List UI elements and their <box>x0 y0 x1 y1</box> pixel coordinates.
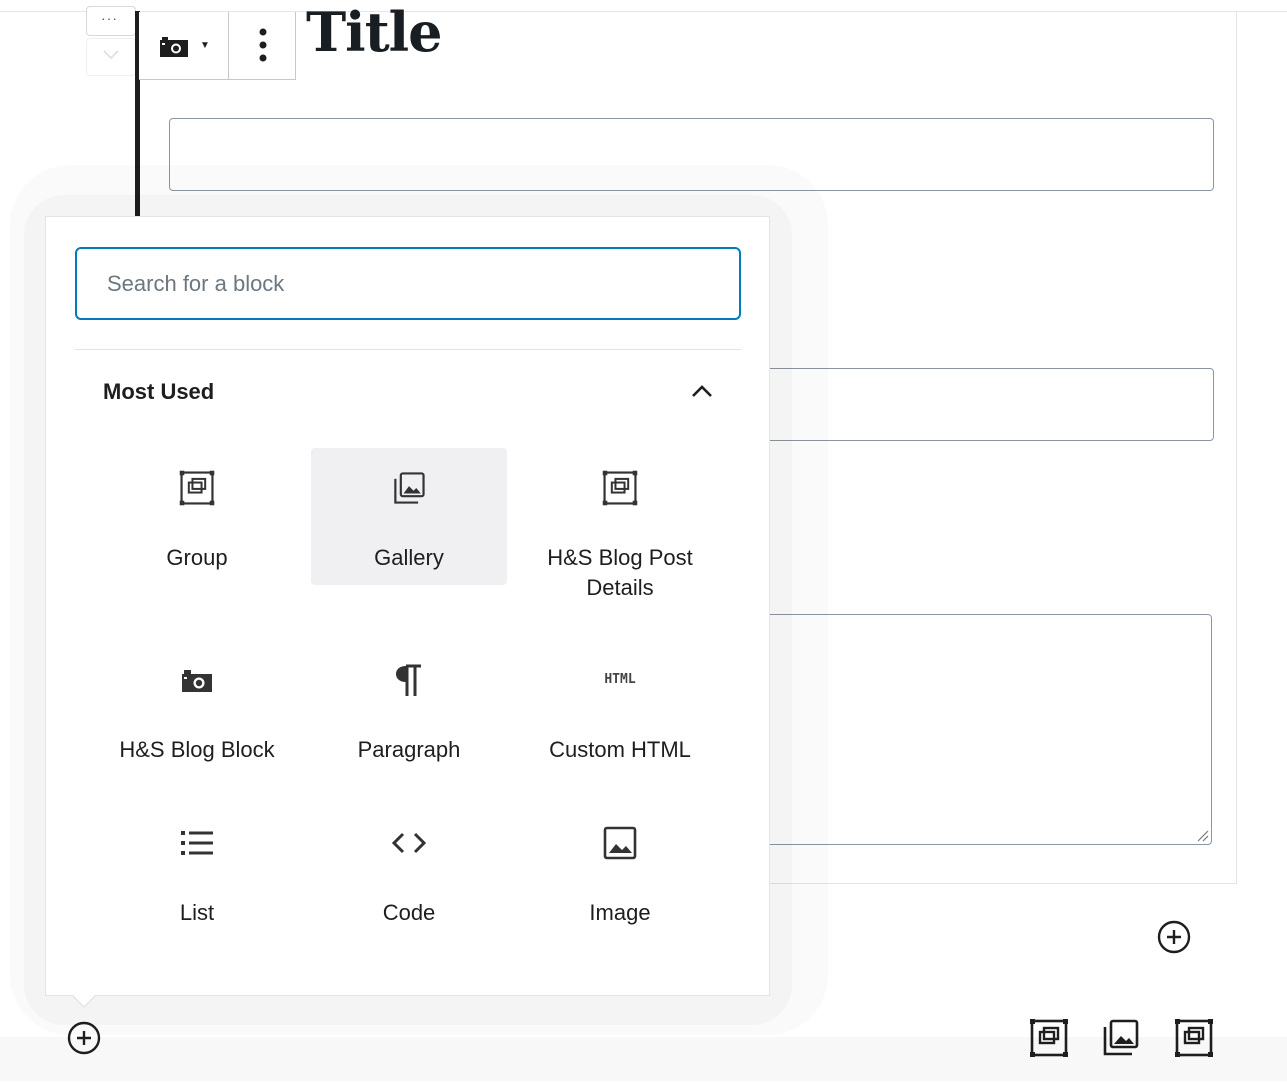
quick-insert-gallery-button[interactable] <box>1099 1016 1143 1060</box>
block-toolbar: ▼ <box>139 12 296 80</box>
gallery-icon <box>389 468 429 508</box>
block-item-image[interactable]: Image <box>522 815 718 952</box>
html-icon-text: HTML <box>604 672 636 687</box>
plus-circle-icon <box>67 1021 101 1055</box>
block-item-hs-blog-block[interactable]: H&S Blog Block <box>99 652 295 789</box>
chevron-down-icon <box>103 50 119 60</box>
plus-circle-icon <box>1157 920 1191 954</box>
block-inserter-popover: Most Used Group Gallery <box>45 216 770 996</box>
quick-insert-block-button[interactable] <box>1172 1016 1216 1060</box>
more-options-button[interactable] <box>230 12 295 79</box>
block-item-list[interactable]: List <box>99 815 295 952</box>
group-icon <box>1030 1019 1068 1057</box>
popover-pointer <box>71 994 97 1008</box>
block-item-label: Code <box>382 900 436 925</box>
inserter-divider <box>75 349 741 350</box>
image-icon <box>600 823 640 863</box>
block-item-label: Custom HTML <box>549 737 691 762</box>
block-item-label: Image <box>589 900 651 925</box>
move-down-button[interactable] <box>86 38 136 76</box>
resize-grip-icon[interactable] <box>1195 828 1209 842</box>
block-item-paragraph[interactable]: Paragraph <box>311 652 507 789</box>
block-item-group[interactable]: Group <box>99 448 295 585</box>
caret-down-icon: ▼ <box>200 40 210 51</box>
block-item-label: List <box>179 900 215 925</box>
block-item-label: Group <box>166 545 228 570</box>
inserter-toggle-button[interactable] <box>67 1021 101 1055</box>
block-handle-button[interactable]: ··· <box>86 6 136 36</box>
panel-collapse-button[interactable] <box>682 375 722 409</box>
panel-title: Most Used <box>103 379 215 404</box>
camera-icon <box>177 660 217 700</box>
group-icon <box>177 468 217 508</box>
block-item-hs-blog-post-details[interactable]: H&S Blog Post Details <box>522 448 718 600</box>
group-icon <box>600 468 640 508</box>
paragraph-icon <box>389 660 429 700</box>
appender-bar <box>0 1037 1287 1081</box>
block-item-custom-html[interactable]: HTML Custom HTML <box>522 652 718 789</box>
gallery-icon <box>1103 1019 1139 1056</box>
block-item-gallery[interactable]: Gallery <box>311 448 507 585</box>
vertical-ellipsis-icon <box>259 28 267 62</box>
add-block-button[interactable] <box>1157 920 1191 954</box>
camera-icon <box>160 37 188 57</box>
ellipsis-icon: ··· <box>101 10 118 26</box>
post-title[interactable]: Title <box>306 0 443 68</box>
block-item-label: H&S Blog Block <box>119 737 275 762</box>
quick-insert-group-button[interactable] <box>1027 1016 1071 1060</box>
chevron-up-icon <box>692 385 712 397</box>
list-icon <box>177 823 217 863</box>
block-field-2[interactable] <box>760 368 1214 441</box>
block-item-label: H&S Blog Post Details <box>547 545 693 600</box>
code-icon <box>389 823 429 863</box>
block-item-label: Gallery <box>374 545 444 570</box>
group-icon <box>1175 1019 1213 1057</box>
block-item-code[interactable]: Code <box>311 815 507 952</box>
block-switcher-button[interactable]: ▼ <box>139 12 229 79</box>
block-search-input[interactable] <box>75 247 741 320</box>
block-item-label: Paragraph <box>357 737 461 762</box>
html-icon: HTML <box>600 660 640 700</box>
